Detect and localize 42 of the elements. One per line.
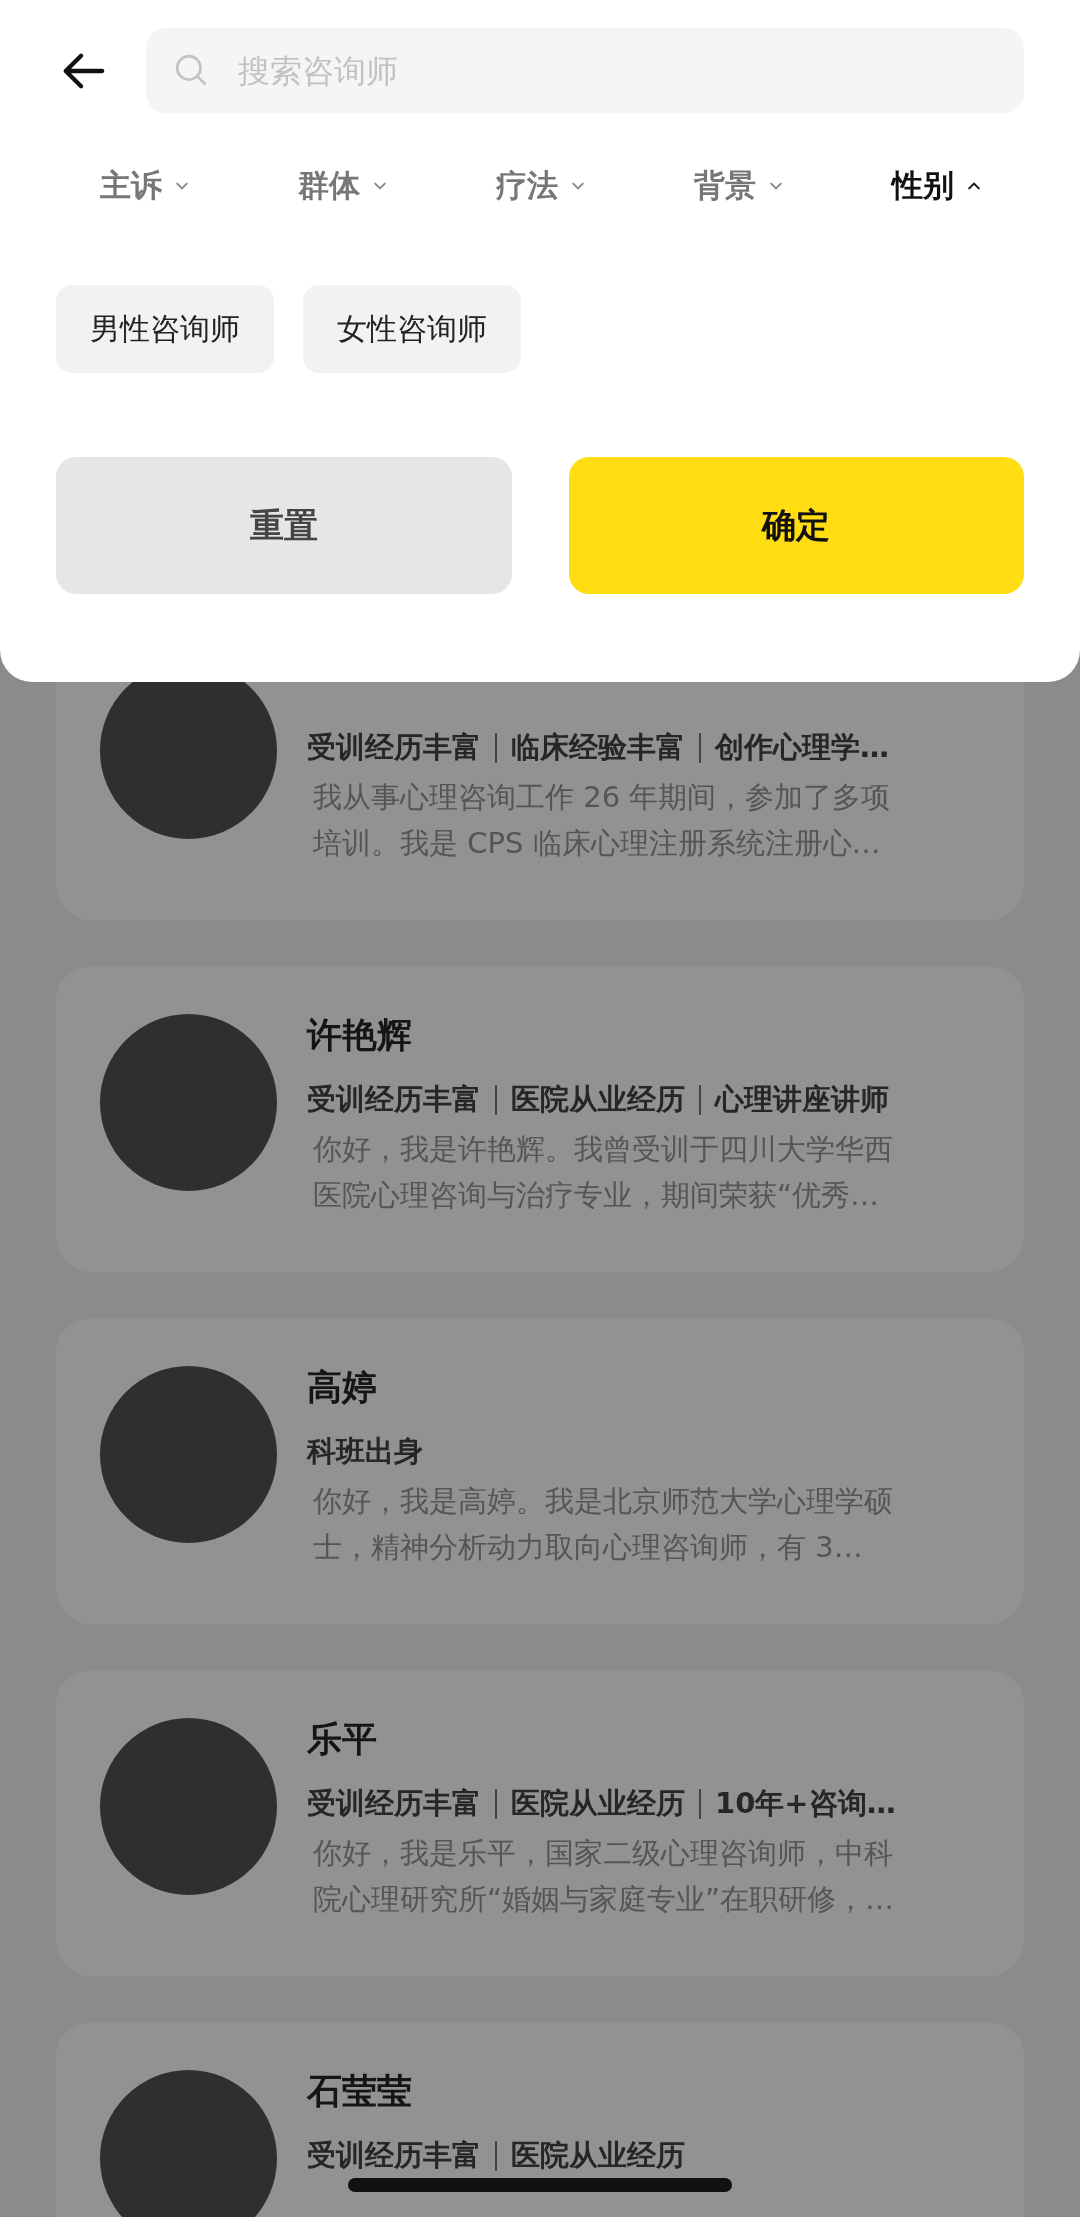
counselor-tag: 创作心理学… xyxy=(715,728,889,768)
filter-tab[interactable]: 疗法 xyxy=(496,165,584,207)
counselor-tag: 10年+咨询… xyxy=(715,1784,896,1824)
counselor-name: 石莹莹 xyxy=(307,2070,413,2113)
counselor-description: 医院心理咨询与治疗专业，期间荣获“优秀… xyxy=(312,1177,881,1214)
option-chip[interactable]: 男性咨询师 xyxy=(56,285,274,373)
counselor-description: 士，精神分析动力取向心理咨询师，有 3… xyxy=(312,1529,864,1566)
counselor-name: 乐平 xyxy=(307,1718,378,1761)
caret-icon xyxy=(572,182,584,190)
counselor-tag: 医院从业经历 xyxy=(511,1784,685,1824)
counselor-name: 高婷 xyxy=(307,1366,378,1409)
filter-tab[interactable]: 背景 xyxy=(694,165,782,207)
option-chip[interactable]: 女性咨询师 xyxy=(303,285,521,373)
counselor-card[interactable]: 许艳辉 受训经历丰富 医院从业经历 心理讲座讲师 你好，我是许艳辉。我曾受训于四川大学华西 医院心理咨询与治疗专业，期间荣获“优秀… xyxy=(56,967,1024,1272)
counselor-card[interactable]: 乐平 受训经历丰富 医院从业经历 10年+咨询… 你好，我是乐平，国家二级心理咨询师，中科 院心理研究所“婚姻与家庭专业”在职研修，… xyxy=(56,1671,1024,1976)
counselor-tag: 医院从业经历 xyxy=(511,2136,685,2176)
confirm-button[interactable]: 确定 xyxy=(568,457,1024,594)
counselor-name: 许艳辉 xyxy=(307,1014,413,1057)
counselor-description: 你好，我是高婷。我是北京师范大学心理学硕 xyxy=(312,1483,894,1520)
counselor-description: 院心理研究所“婚姻与家庭专业”在职研修，… xyxy=(312,1881,896,1918)
counselor-tag: 心理讲座讲师 xyxy=(715,1080,889,1120)
caret-icon xyxy=(176,182,188,190)
counselor-description: 你好，我是乐平，国家二级心理咨询师，中科 xyxy=(312,1835,894,1872)
counselor-tag: 临床经验丰富 xyxy=(511,728,685,768)
reset-button[interactable]: 重置 xyxy=(56,457,512,594)
filter-tab[interactable]: 主诉 xyxy=(100,165,188,207)
counselor-description: 培训。我是 CPS 临床心理注册系统注册心… xyxy=(312,825,882,862)
counselor-tag: 科班出身 xyxy=(307,1432,423,1472)
filter-tab[interactable]: 性别 xyxy=(892,165,980,207)
caret-icon xyxy=(968,182,980,190)
counselor-card[interactable]: 石莹莹 受训经历丰富 医院从业经历 xyxy=(56,2023,1024,2217)
counselor-tag: 受训经历丰富 xyxy=(307,1080,481,1120)
counselor-tag: 受训经历丰富 xyxy=(307,728,481,768)
counselor-description: 我从事心理咨询工作 26 年期间，参加了多项 xyxy=(312,779,892,816)
counselor-tag: 受训经历丰富 xyxy=(307,1784,481,1824)
caret-icon xyxy=(374,182,386,190)
counselor-tag: 医院从业经历 xyxy=(511,1080,685,1120)
counselor-tag: 受训经历丰富 xyxy=(307,2136,481,2176)
caret-icon xyxy=(770,182,782,190)
filter-tab[interactable]: 群体 xyxy=(298,165,386,207)
counselor-card[interactable]: 高婷 科班出身 你好，我是高婷。我是北京师范大学心理学硕 士，精神分析动力取向心理咨询师，有 3… xyxy=(56,1319,1024,1624)
counselor-description: 你好，我是许艳辉。我曾受训于四川大学华西 xyxy=(312,1131,894,1168)
